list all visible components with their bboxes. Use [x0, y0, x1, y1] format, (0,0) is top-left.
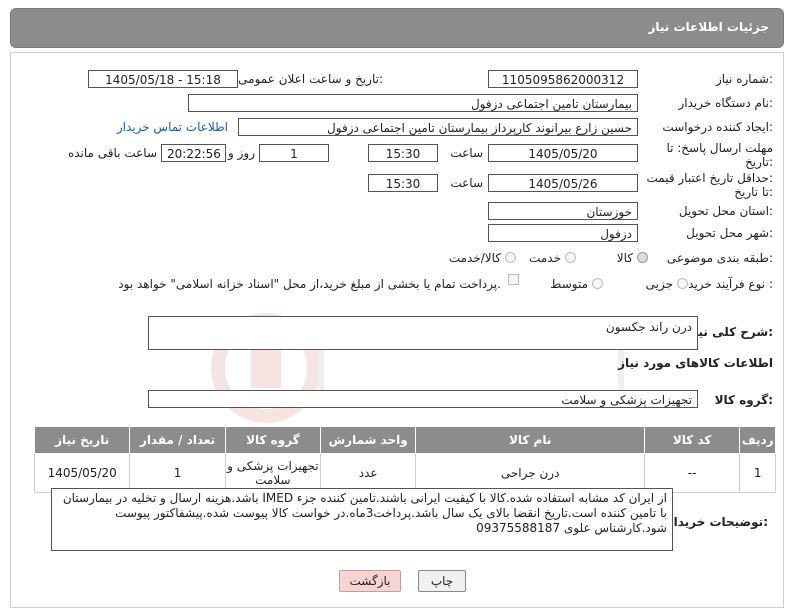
item-group-label: گروه کالا: — [714, 393, 773, 407]
category-option-service: خدمت — [529, 251, 561, 265]
col-name: نام کالا — [415, 426, 645, 454]
print-button[interactable]: چاپ — [418, 570, 466, 592]
item-group-field: تجهیزات پزشکی و سلامت — [148, 390, 698, 408]
remaining-label: ساعت باقی مانده — [67, 146, 157, 160]
buyer-org-field: بیمارستان تامین اجتماعی دزفول — [188, 94, 638, 112]
cell-code: -- — [643, 453, 741, 493]
cell-qty: 1 — [129, 453, 226, 493]
col-unit: واحد شمارش — [320, 426, 417, 454]
validity-label-1: حداقل تاریخ اعتبار قیمت: — [646, 171, 773, 185]
need-number-label: شماره نیاز: — [715, 72, 773, 86]
page-frame: جزئیات اطلاعات نیاز شماره نیاز: 11050958… — [2, 2, 786, 608]
items-section-title: اطلاعات کالاهای مورد نیاز — [618, 356, 773, 370]
province-field: خوزستان — [488, 202, 638, 220]
province-label: استان محل تحویل: — [678, 204, 773, 218]
contact-info-link[interactable]: اطلاعات تماس خریدار — [117, 120, 228, 134]
payment-note: پرداخت تمام یا بخشی از مبلغ خرید،از محل … — [118, 277, 501, 291]
col-qty: تعداد / مقدار — [129, 426, 226, 454]
process-option-minor: جزیی — [645, 277, 673, 291]
deadline-time-field: 15:30 — [368, 144, 438, 162]
category-label: طبقه بندی موضوعی: — [666, 251, 773, 265]
category-option-goods-service: کالا/خدمت — [448, 251, 501, 265]
process-label: نوع فرآیند خرید : — [688, 277, 773, 291]
category-option-goods: کالا — [616, 251, 633, 265]
creator-label: ایجاد کننده درخواست: — [662, 120, 773, 134]
category-radio-goods-service[interactable] — [505, 252, 516, 263]
table-row: 1 -- درن جراحی عدد تجهیزات پزشکی و سلامت… — [33, 453, 776, 493]
cell-group: تجهیزات پزشکی و سلامت — [224, 453, 322, 493]
back-button[interactable]: بازگشت — [339, 570, 401, 592]
col-date: تاریخ نیاز — [33, 426, 131, 454]
validity-date-field: 1405/05/26 — [488, 174, 638, 192]
remaining-time-field: 20:22:56 — [161, 144, 226, 162]
deadline-date-field: 1405/05/20 — [488, 144, 638, 162]
summary-field: درن راند جکسون — [148, 316, 698, 350]
buyer-notes-label: توضیحات خریدار: — [666, 515, 768, 529]
items-table-header: ردیف کد کالا نام کالا واحد شمارش گروه کا… — [33, 426, 776, 454]
deadline-label-2: تاریخ: — [745, 155, 773, 169]
cell-date: 1405/05/20 — [33, 453, 131, 493]
process-radio-medium[interactable] — [592, 278, 603, 289]
col-group: گروه کالا — [224, 426, 322, 454]
city-field: دزفول — [488, 224, 638, 242]
announce-field: 1405/05/18 - 15:18 — [88, 70, 238, 88]
deadline-label-1: مهلت ارسال پاسخ: تا — [666, 141, 773, 155]
cell-row: 1 — [739, 453, 776, 493]
deadline-time-label: ساعت — [450, 146, 483, 160]
page-header: جزئیات اطلاعات نیاز — [10, 8, 784, 48]
process-radio-minor[interactable] — [677, 278, 688, 289]
process-option-medium: متوسط — [550, 277, 588, 291]
cell-unit: عدد — [320, 453, 417, 493]
page-title: جزئیات اطلاعات نیاز — [648, 20, 769, 34]
validity-time-field: 15:30 — [368, 174, 438, 192]
need-number-field: 1105095862000312 — [488, 70, 638, 88]
validity-time-label: ساعت — [450, 176, 483, 190]
summary-label: شرح کلی نیاز: — [687, 325, 773, 339]
col-row: ردیف — [739, 426, 776, 454]
validity-label-2: تا تاریخ: — [734, 185, 773, 199]
category-radio-goods[interactable] — [637, 252, 648, 263]
city-label: شهر محل تحویل: — [686, 226, 773, 240]
items-table: ردیف کد کالا نام کالا واحد شمارش گروه کا… — [33, 426, 776, 493]
creator-field: حسین زارع بیرانوند کارپرداز بیمارستان تا… — [238, 118, 638, 136]
buyer-notes-field: از ایران کد مشابه استفاده شده.کالا با کی… — [51, 488, 673, 551]
col-code: کد کالا — [643, 426, 741, 454]
days-remaining-field: 1 — [259, 144, 329, 162]
announce-label: تاریخ و ساعت اعلان عمومی: — [238, 72, 383, 86]
days-label: روز و — [228, 146, 255, 160]
cell-name: درن جراحی — [415, 453, 645, 493]
category-radio-service[interactable] — [565, 252, 576, 263]
treasury-payment-checkbox[interactable] — [508, 274, 519, 285]
buyer-org-label: نام دستگاه خریدار: — [678, 96, 774, 110]
